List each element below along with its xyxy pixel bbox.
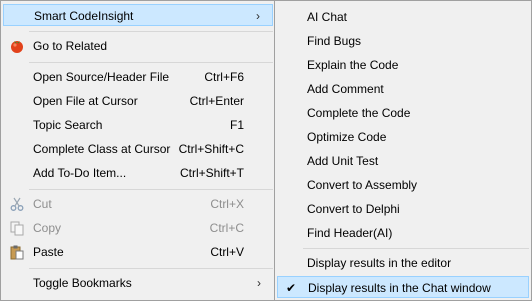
menu-item-label: Paste xyxy=(33,245,64,259)
submenu-item-convert-assembly[interactable]: Convert to Assembly xyxy=(277,174,529,196)
submenu-item-label: Convert to Assembly xyxy=(307,178,418,192)
submenu-item-explain-code[interactable]: Explain the Code xyxy=(277,54,529,76)
context-menu-root: Smart CodeInsight › Go to Related Open S… xyxy=(0,0,532,303)
menu-item-complete-class[interactable]: Complete Class at Cursor Ctrl+Shift+C xyxy=(3,138,273,160)
menu-item-shortcut: Ctrl+X xyxy=(210,197,244,211)
submenu-item-add-comment[interactable]: Add Comment xyxy=(277,78,529,100)
submenu-item-label: Find Header(AI) xyxy=(307,226,393,240)
editor-context-menu: Smart CodeInsight › Go to Related Open S… xyxy=(0,0,276,301)
menu-item-label: Complete Class at Cursor xyxy=(33,142,171,156)
submenu-item-ai-chat[interactable]: AI Chat xyxy=(277,6,529,28)
submenu-item-label: Add Comment xyxy=(307,82,384,96)
menu-item-topic-search[interactable]: Topic Search F1 xyxy=(3,114,273,136)
submenu-arrow-icon: › xyxy=(257,276,261,290)
menu-item-label: Cut xyxy=(33,197,52,211)
menu-item-cut[interactable]: Cut Ctrl+X xyxy=(3,193,273,215)
menu-item-label: Toggle Bookmarks xyxy=(33,276,132,290)
menu-item-label: Open File at Cursor xyxy=(33,94,138,108)
menu-item-shortcut: Ctrl+Enter xyxy=(189,94,244,108)
submenu-item-add-unit-test[interactable]: Add Unit Test xyxy=(277,150,529,172)
menu-item-shortcut: Ctrl+F6 xyxy=(204,70,244,84)
submenu-item-label: Optimize Code xyxy=(307,130,387,144)
tomato-icon xyxy=(9,38,25,54)
submenu-item-complete-code[interactable]: Complete the Code xyxy=(277,102,529,124)
submenu-item-label: Add Unit Test xyxy=(307,154,379,168)
menu-item-shortcut: Ctrl+C xyxy=(209,221,244,235)
submenu-item-label: Convert to Delphi xyxy=(307,202,400,216)
menu-item-label: Add To-Do Item... xyxy=(33,166,127,180)
menu-item-go-to-related[interactable]: Go to Related xyxy=(3,35,273,57)
submenu-arrow-icon: › xyxy=(256,9,260,23)
menu-item-label: Go to Related xyxy=(33,39,108,53)
menu-item-add-todo[interactable]: Add To-Do Item... Ctrl+Shift+T xyxy=(3,162,273,184)
copy-icon xyxy=(9,220,25,236)
menu-item-shortcut: Ctrl+Shift+T xyxy=(179,166,244,180)
menu-separator xyxy=(29,62,273,63)
menu-item-shortcut: F1 xyxy=(229,118,244,132)
menu-item-label: Copy xyxy=(33,221,62,235)
submenu-item-find-bugs[interactable]: Find Bugs xyxy=(277,30,529,52)
menu-item-label: Topic Search xyxy=(33,118,103,132)
menu-item-shortcut: Ctrl+V xyxy=(210,245,244,259)
menu-item-smart-codeinsight[interactable]: Smart CodeInsight › xyxy=(3,4,273,26)
menu-item-label: Smart CodeInsight xyxy=(34,9,134,23)
menu-item-shortcut: Ctrl+Shift+C xyxy=(178,142,244,156)
scissors-icon xyxy=(9,196,25,212)
menu-item-label: Open Source/Header File xyxy=(33,70,170,84)
submenu-item-find-header-ai[interactable]: Find Header(AI) xyxy=(277,222,529,244)
smart-codeinsight-submenu: AI Chat Find Bugs Explain the Code Add C… xyxy=(274,0,532,301)
submenu-item-label: Display results in the Chat window xyxy=(308,281,491,295)
submenu-item-convert-delphi[interactable]: Convert to Delphi xyxy=(277,198,529,220)
menu-separator xyxy=(29,268,273,269)
submenu-item-display-chat[interactable]: ✔ Display results in the Chat window xyxy=(277,276,529,298)
checkmark-icon: ✔ xyxy=(286,281,297,295)
submenu-item-label: Explain the Code xyxy=(307,58,399,72)
submenu-item-label: AI Chat xyxy=(307,10,348,24)
menu-item-open-source-header[interactable]: Open Source/Header File Ctrl+F6 xyxy=(3,66,273,88)
menu-separator xyxy=(29,189,273,190)
paste-icon xyxy=(9,244,25,260)
menu-item-toggle-bookmarks[interactable]: Toggle Bookmarks › xyxy=(3,272,273,294)
menu-item-copy[interactable]: Copy Ctrl+C xyxy=(3,217,273,239)
submenu-item-label: Complete the Code xyxy=(307,106,411,120)
submenu-item-label: Find Bugs xyxy=(307,34,362,48)
submenu-separator xyxy=(303,248,529,249)
submenu-item-label: Display results in the editor xyxy=(307,256,452,270)
submenu-item-optimize-code[interactable]: Optimize Code xyxy=(277,126,529,148)
menu-item-open-file-at-cursor[interactable]: Open File at Cursor Ctrl+Enter xyxy=(3,90,273,112)
submenu-item-display-editor[interactable]: Display results in the editor xyxy=(277,252,529,274)
menu-separator xyxy=(29,31,273,32)
menu-item-paste[interactable]: Paste Ctrl+V xyxy=(3,241,273,263)
